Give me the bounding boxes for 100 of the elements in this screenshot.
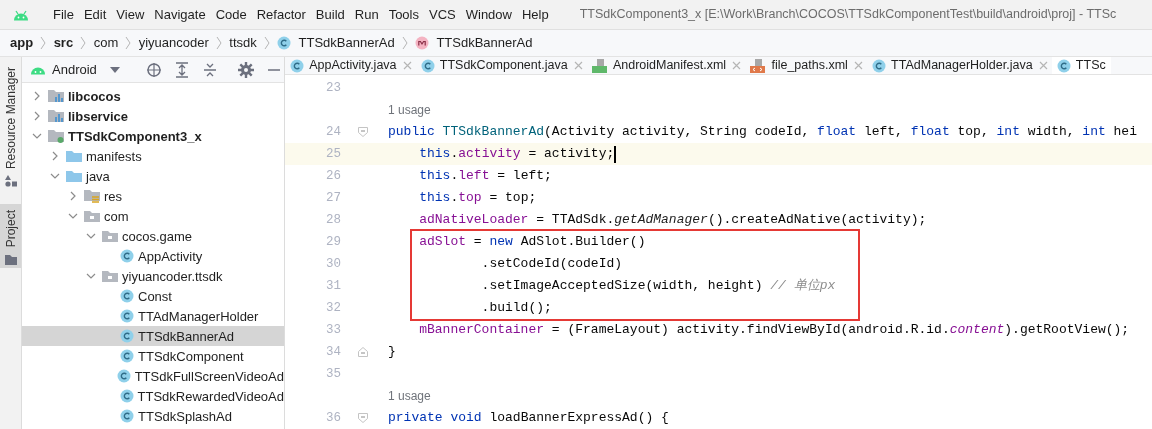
class-icon [120,329,134,344]
chevron-right-icon [264,36,271,50]
module-icon [48,89,64,104]
class-icon [290,58,304,73]
tree-item[interactable]: java [22,166,284,187]
breadcrumb-item[interactable]: src [53,33,74,53]
chevron-right-icon[interactable] [32,91,42,102]
shapes-icon [4,175,17,188]
code-line: adNativeLoader = TTAdSdk.getAdManager().createAdNative(activity); [418,211,927,229]
fold-marker-icon[interactable] [358,347,368,357]
fold-marker-icon[interactable] [358,413,368,423]
view-dropdown[interactable]: Android [52,59,97,80]
menu-item[interactable]: Run [349,4,384,25]
code-line: .setImageAcceptedSize(width, height) // 单位px [480,277,836,295]
editor-tab[interactable]: AppActivity.java [285,57,402,74]
tree-item[interactable]: libcocos [22,86,284,107]
menu-item[interactable]: Build [310,4,350,25]
tree-item[interactable]: TTSdkRewardedVideoAd [22,386,284,407]
menu-item[interactable]: Tools [383,4,424,25]
chevron-right-icon[interactable] [32,111,42,122]
package-icon [102,229,118,244]
editor-tab[interactable]: TTSdkComponent.java [415,57,573,74]
chevron-right-icon [80,36,87,50]
folder-icon [66,149,82,164]
breadcrumb-item[interactable]: TTSdkBannerAd [436,33,533,53]
close-icon[interactable] [573,61,583,70]
manifest-file-icon [591,58,608,73]
caret-icon[interactable] [109,66,120,73]
module-icon [48,109,64,124]
tree-item[interactable]: TTSdkComponent [22,346,284,367]
code-line: this.activity = activity; [418,145,615,163]
code-line: adSlot = new AdSlot.Builder() [418,233,646,251]
collapse-icon[interactable] [201,61,218,78]
close-icon[interactable] [402,61,412,70]
tree-item[interactable]: cocos.game [22,226,284,247]
chevron-right-icon [40,36,47,50]
tree-item[interactable]: yiyuancoder.ttsdk [22,266,284,287]
chevron-right-icon[interactable] [68,191,78,202]
tree-item[interactable]: TTSdkComponent3_x [22,126,284,147]
chevron-right-icon [216,36,223,50]
editor-tab[interactable]: AndroidManifest.xml [586,57,732,74]
code-line: mBannerContainer = (FrameLayout) activity.findViewById(android.R.id.content).getRootView(); [418,321,1130,339]
code-line: this.top = top; [418,189,537,207]
tree-item[interactable]: libservice [22,106,284,127]
chevron-right-icon [401,36,408,50]
close-icon[interactable] [853,61,863,70]
fold-marker-icon[interactable] [358,127,368,137]
menu-item[interactable]: VCS [424,4,461,25]
tree-item[interactable]: TTSdkSplashAd [22,406,284,427]
menu-item[interactable]: Navigate [149,4,211,25]
package-icon [84,209,100,224]
expand-icon[interactable] [173,61,190,78]
tree-item[interactable]: res [22,186,284,207]
menu-item[interactable]: View [111,4,150,25]
line-number: 30 [325,256,342,273]
close-icon[interactable] [1038,61,1048,70]
crosshair-icon[interactable] [145,61,162,78]
line-number: 31 [325,278,342,295]
tree-item[interactable]: Const [22,286,284,307]
menu-item[interactable]: Help [516,4,554,25]
tree-item[interactable]: TTSdkFullScreenVideoAd [22,366,284,387]
class-icon [277,36,292,50]
breadcrumb-item[interactable]: yiyuancoder [138,33,209,53]
menu-item[interactable]: File [48,4,79,25]
menu-item[interactable]: Code [210,4,252,25]
menu-item[interactable]: Refactor [251,4,311,25]
class-icon [116,369,131,384]
line-number: 28 [325,212,342,229]
breadcrumb-item[interactable]: TTSdkBannerAd [298,33,395,53]
chevron-right-icon[interactable] [50,151,60,162]
side-tab[interactable]: Project [0,204,21,268]
editor-tab[interactable]: file_paths.xml [745,57,853,74]
tree-item[interactable]: manifests [22,146,284,167]
breadcrumb-item[interactable]: com [93,33,119,53]
editor-tab[interactable]: TTSc [1051,57,1111,74]
class-icon [120,249,134,264]
editor-tab[interactable]: TTAdManagerHolder.java [866,57,1038,74]
side-tab[interactable]: Resource Manager [0,61,23,176]
folder-icon [66,169,82,184]
breadcrumb-item[interactable]: app [10,33,34,53]
tree-item[interactable]: TTAdManagerHolder [22,306,284,327]
close-icon[interactable] [732,61,742,70]
class-icon [871,58,886,73]
code-line: .setCodeId(codeId) [480,255,623,273]
menu-item[interactable]: Window [460,4,517,25]
robot-icon [12,8,30,21]
chevron-right-icon [125,36,132,50]
tree-item[interactable]: com [22,206,284,227]
usage-hint[interactable]: 1 usage [388,99,431,121]
code-line: public TTSdkBannerAd(Activity activity, String codeId, float left, float top, int width, int hei [388,123,1137,141]
line-number: 36 [325,410,342,427]
tree-item[interactable]: TTSdkBannerAd [22,326,284,347]
usage-hint[interactable]: 1 usage [388,385,431,407]
tree-item[interactable]: AppActivity [22,246,284,267]
method-icon [415,36,430,50]
breadcrumb-item[interactable]: ttsdk [229,33,257,53]
line-number: 35 [325,366,342,383]
settings-icon[interactable] [237,61,254,78]
menu-item[interactable]: Edit [78,4,112,25]
text-cursor [614,145,616,163]
